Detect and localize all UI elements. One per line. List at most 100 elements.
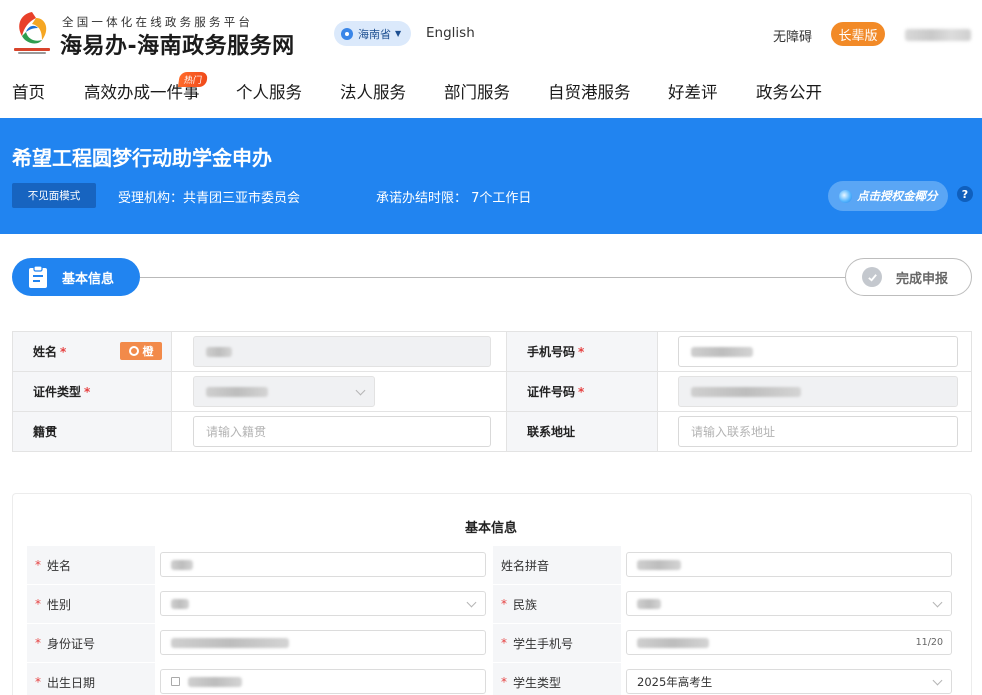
redacted-value bbox=[637, 598, 661, 609]
required-mark: * bbox=[35, 675, 41, 689]
birth-date-picker[interactable] bbox=[160, 669, 486, 694]
required-mark: * bbox=[84, 384, 91, 399]
birth-date-cell bbox=[155, 663, 491, 695]
ethnicity-select[interactable] bbox=[626, 591, 952, 616]
step-basic-info-label: 基本信息 bbox=[62, 271, 115, 287]
chevron-down-icon bbox=[932, 675, 943, 686]
address-label-cell: 联系地址 bbox=[506, 412, 658, 451]
logo-icon[interactable] bbox=[12, 8, 52, 56]
native-place-input[interactable]: 请输入籍贯 bbox=[193, 416, 491, 447]
student-type-cell: 2025年高考生 bbox=[621, 663, 957, 695]
table-row: 证件类型 * 证件号码 * bbox=[13, 372, 971, 412]
region-label: 海南省 bbox=[358, 27, 391, 41]
required-mark: * bbox=[60, 344, 67, 359]
nav-legal-entity[interactable]: 法人服务 bbox=[340, 79, 406, 103]
user-name-redacted[interactable] bbox=[905, 29, 971, 41]
student-phone-text: 学生手机号 bbox=[513, 636, 574, 651]
basic-info-title: 基本信息 bbox=[464, 521, 517, 536]
form-row: * 身份证号 * 学生手机号 11/20 bbox=[27, 624, 957, 663]
required-mark: * bbox=[35, 636, 41, 650]
id-type-label: 证件类型 bbox=[33, 385, 82, 399]
nav-department[interactable]: 部门服务 bbox=[444, 79, 510, 103]
redacted-value bbox=[171, 637, 289, 648]
service-title: 希望工程圆梦行动助学金申办 bbox=[12, 146, 272, 170]
id-card-text: 身份证号 bbox=[47, 636, 96, 651]
region-selector[interactable]: 海南省 ▼ bbox=[334, 21, 411, 46]
student-phone-cell: 11/20 bbox=[621, 624, 957, 662]
student-name-cell bbox=[155, 546, 491, 584]
site-title[interactable]: 海易办-海南政务服务网 bbox=[60, 28, 295, 60]
phone-label: 手机号码 bbox=[527, 345, 576, 359]
calendar-icon bbox=[171, 677, 180, 686]
address-input[interactable]: 请输入联系地址 bbox=[678, 416, 958, 447]
id-number-label-cell: 证件号码 * bbox=[506, 372, 658, 411]
help-icon[interactable]: ? bbox=[957, 186, 973, 202]
table-row: 籍贯 请输入籍贯 联系地址 请输入联系地址 bbox=[13, 412, 971, 452]
nav-personal[interactable]: 个人服务 bbox=[236, 79, 302, 103]
elder-mode-button[interactable]: 长辈版 bbox=[831, 22, 885, 46]
student-type-label: * 学生类型 bbox=[493, 663, 621, 695]
required-mark: * bbox=[35, 558, 41, 572]
step-basic-info[interactable]: 基本信息 bbox=[12, 258, 140, 296]
id-number-label: 证件号码 bbox=[527, 385, 576, 399]
student-type-value: 2025年高考生 bbox=[637, 674, 713, 689]
gender-select[interactable] bbox=[160, 591, 486, 616]
redacted-value bbox=[206, 346, 232, 357]
accessibility-link[interactable]: 无障碍 bbox=[773, 26, 812, 45]
chevron-down-icon bbox=[355, 385, 366, 396]
required-mark: * bbox=[578, 384, 585, 399]
form-row: * 出生日期 * 学生类型 2025年高考生 bbox=[27, 663, 957, 695]
chevron-down-icon bbox=[932, 597, 943, 608]
required-mark: * bbox=[501, 675, 507, 689]
student-type-select[interactable]: 2025年高考生 bbox=[626, 669, 952, 694]
redacted-value bbox=[171, 598, 189, 609]
redacted-value bbox=[691, 346, 753, 357]
nav-review[interactable]: 好差评 bbox=[668, 79, 718, 103]
nav-gov-affairs[interactable]: 政务公开 bbox=[756, 79, 822, 103]
id-number-field bbox=[678, 376, 958, 407]
redacted-value bbox=[171, 559, 193, 570]
nav-free-trade-port[interactable]: 自贸港服务 bbox=[548, 79, 631, 103]
agency-text: 受理机构：共青团三亚市委员会 bbox=[118, 191, 301, 206]
ethnicity-text: 民族 bbox=[513, 597, 538, 612]
gender-label: * 性别 bbox=[27, 585, 155, 623]
orange-app-tag[interactable]: 橙 bbox=[120, 342, 162, 360]
ethnicity-label: * 民族 bbox=[493, 585, 621, 623]
name-field bbox=[193, 336, 491, 367]
step-complete[interactable]: 完成申报 bbox=[845, 258, 972, 296]
student-name-text: 姓名 bbox=[47, 558, 72, 573]
native-place-label: 籍贯 bbox=[33, 425, 58, 439]
orange-app-label: 橙 bbox=[142, 345, 154, 358]
phone-field[interactable] bbox=[678, 336, 958, 367]
step-complete-label: 完成申报 bbox=[896, 271, 949, 287]
redacted-value bbox=[637, 559, 681, 570]
mode-chip: 不见面模式 bbox=[12, 183, 96, 208]
nav-home[interactable]: 首页 bbox=[12, 79, 45, 103]
id-type-select bbox=[193, 376, 375, 407]
native-place-label-cell: 籍贯 bbox=[13, 412, 172, 451]
address-label: 联系地址 bbox=[527, 425, 576, 439]
authorize-score-button[interactable]: 点击授权金椰分 bbox=[828, 181, 948, 211]
required-mark: * bbox=[501, 636, 507, 650]
ethnicity-cell bbox=[621, 585, 957, 623]
redacted-value bbox=[637, 637, 709, 648]
hot-badge: 热门 bbox=[177, 72, 209, 87]
orange-app-icon bbox=[128, 346, 139, 356]
birth-date-label: * 出生日期 bbox=[27, 663, 155, 695]
id-card-input[interactable] bbox=[160, 630, 486, 655]
location-pin-icon bbox=[341, 27, 353, 40]
name-pinyin-input[interactable] bbox=[626, 552, 952, 577]
student-phone-label: * 学生手机号 bbox=[493, 624, 621, 662]
student-phone-input[interactable]: 11/20 bbox=[626, 630, 952, 655]
jinye-coin-icon bbox=[839, 189, 852, 203]
redacted-value bbox=[188, 676, 242, 687]
gender-text: 性别 bbox=[47, 597, 72, 612]
redacted-value bbox=[691, 386, 801, 397]
student-name-label: * 姓名 bbox=[27, 546, 155, 584]
name-label: 姓名 bbox=[33, 345, 58, 359]
english-link[interactable]: English bbox=[426, 25, 475, 41]
id-card-cell bbox=[155, 624, 491, 662]
gender-cell bbox=[155, 585, 491, 623]
student-name-input[interactable] bbox=[160, 552, 486, 577]
check-circle-icon bbox=[862, 267, 882, 287]
